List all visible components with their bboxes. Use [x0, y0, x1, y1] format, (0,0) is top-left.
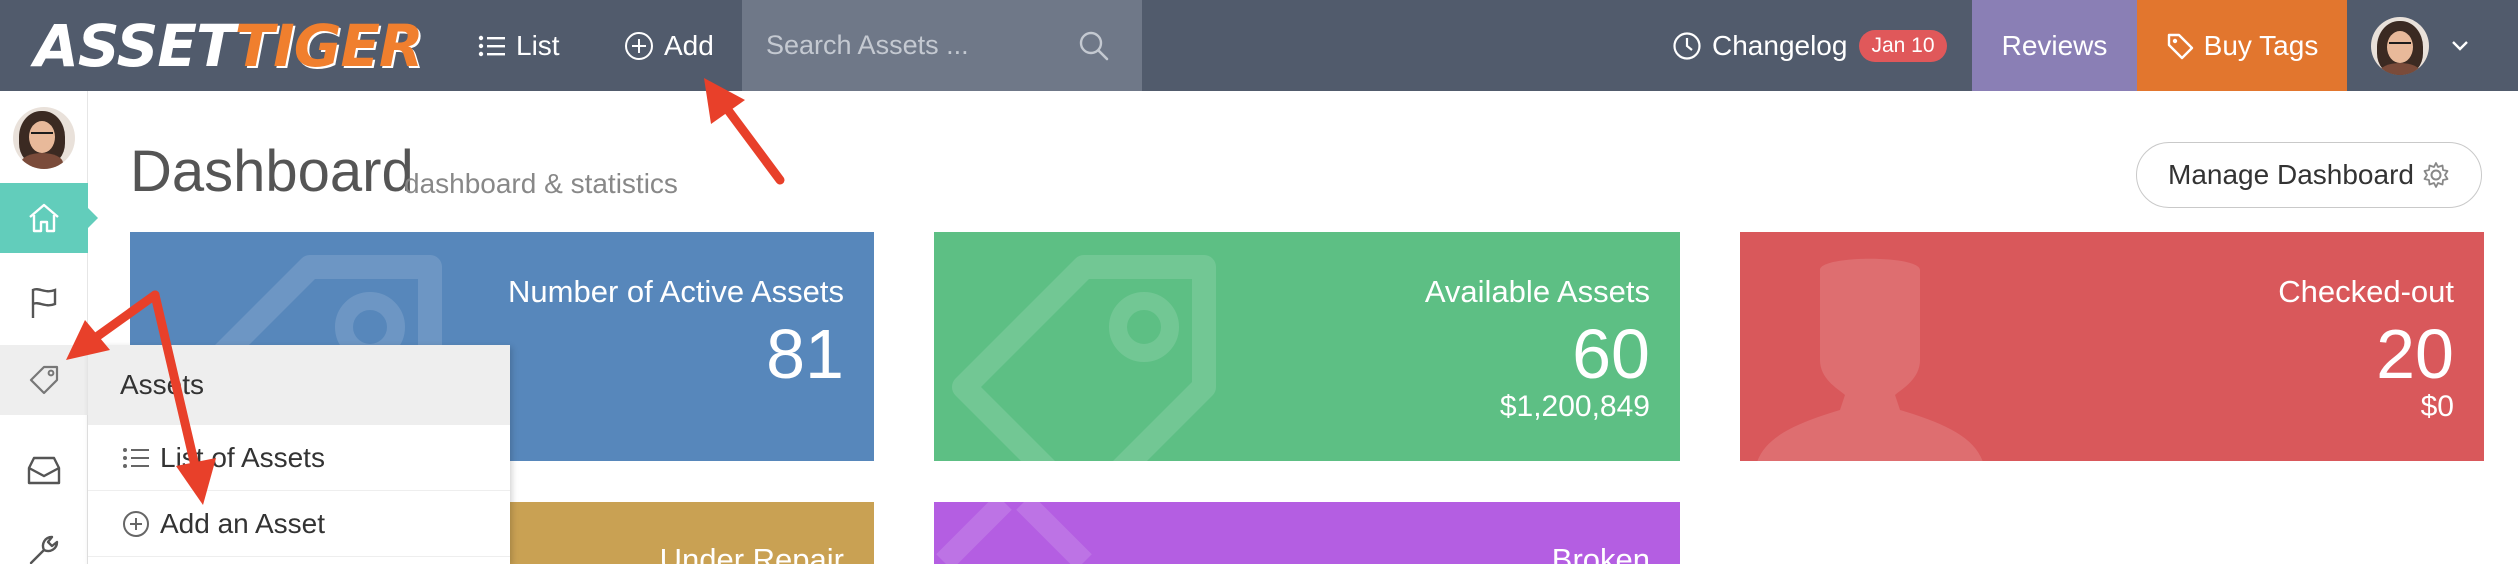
- clock-icon: [1673, 31, 1701, 60]
- tile-value: 60: [1572, 315, 1650, 393]
- search-icon[interactable]: [1078, 30, 1110, 62]
- tile-available-assets[interactable]: Available Assets 60 $1,200,849: [934, 232, 1680, 461]
- tile-checked-out[interactable]: Checked-out 20 $0: [1740, 232, 2484, 461]
- tag-icon: [29, 365, 59, 395]
- changelog-label: Changelog: [1712, 29, 1848, 61]
- chevron-down-icon: [2452, 40, 2468, 51]
- tag-watermark-icon: [952, 255, 1216, 461]
- tile-subvalue: $0: [2420, 390, 2454, 423]
- user-watermark-icon: [1757, 258, 1983, 461]
- tile-broken[interactable]: Broken: [934, 502, 1680, 564]
- buy-tags-label: Buy Tags: [2203, 29, 2319, 61]
- assets-flyout-menu: Assets List of Assets Add an Asset: [88, 345, 510, 564]
- plus-circle-icon: [625, 31, 653, 60]
- nav-list-label: List: [516, 29, 560, 61]
- changelog-link[interactable]: Changelog Jan 10: [1672, 0, 1947, 91]
- tag-watermark-icon: [936, 502, 1092, 564]
- flyout-item-add-an-asset[interactable]: Add an Asset: [88, 491, 510, 557]
- user-avatar: [13, 107, 75, 169]
- tile-label: Checked-out: [2278, 274, 2454, 309]
- reviews-label: Reviews: [2001, 29, 2108, 61]
- sidebar-avatar[interactable]: [13, 107, 75, 169]
- search-input[interactable]: [766, 25, 1066, 65]
- manage-dashboard-label: Manage Dashboard: [2168, 159, 2414, 190]
- sidebar: [0, 91, 98, 564]
- tile-subvalue: $1,200,849: [1499, 390, 1650, 423]
- nav-add-label: Add: [664, 29, 714, 61]
- flyout-title-label: Assets: [120, 369, 205, 400]
- tile-value: 20: [2376, 315, 2454, 393]
- nav-list-link[interactable]: List: [478, 0, 560, 91]
- flag-icon: [31, 288, 57, 318]
- nav-add-link[interactable]: Add: [624, 0, 714, 91]
- buy-tags-button[interactable]: Buy Tags: [2137, 0, 2347, 91]
- gear-icon: [2423, 162, 2449, 188]
- inbox-icon: [27, 456, 61, 485]
- arrow-to-add: [717, 97, 785, 185]
- tile-label: Broken: [1551, 542, 1650, 564]
- plus-circle-icon: [123, 510, 149, 537]
- sidebar-item-events[interactable]: [0, 268, 88, 338]
- tag-icon: [2167, 33, 2193, 59]
- changelog-date-badge: Jan 10: [1859, 29, 1947, 62]
- user-menu[interactable]: [2347, 0, 2518, 91]
- home-icon: [29, 203, 59, 233]
- logo-text-tiger: TIGER: [234, 12, 424, 80]
- top-navbar: ASSETTIGER List Add Changelog Jan 10 Rev…: [0, 0, 2518, 91]
- search-box: [742, 0, 1142, 91]
- tile-label: Under Repair: [659, 542, 844, 564]
- list-icon: [478, 35, 505, 56]
- manage-dashboard-button[interactable]: Manage Dashboard: [2136, 142, 2482, 208]
- sidebar-item-tools[interactable]: [0, 515, 88, 564]
- flyout-title[interactable]: Assets: [88, 345, 510, 425]
- asset-tiger-logo[interactable]: ASSET TIGER: [34, 12, 424, 80]
- page-title: Dashboard: [130, 139, 414, 204]
- sidebar-item-assets[interactable]: [0, 345, 88, 415]
- flyout-item-list-of-assets[interactable]: List of Assets: [88, 425, 510, 491]
- list-icon: [123, 447, 149, 468]
- wrench-icon: [29, 535, 59, 564]
- logo-text-asset: ASSET: [34, 12, 236, 80]
- sidebar-item-dashboard[interactable]: [0, 183, 98, 253]
- page-subtitle: dashboard & statistics: [404, 168, 678, 199]
- tile-label: Available Assets: [1424, 274, 1650, 309]
- flyout-item-label: Add an Asset: [160, 507, 326, 539]
- tile-value: 81: [766, 315, 844, 393]
- user-avatar: [2371, 16, 2429, 75]
- tile-label: Number of Active Assets: [508, 274, 844, 309]
- flyout-item-label: List of Assets: [160, 441, 325, 473]
- reviews-button[interactable]: Reviews: [1972, 0, 2137, 91]
- sidebar-item-inbox[interactable]: [0, 435, 88, 505]
